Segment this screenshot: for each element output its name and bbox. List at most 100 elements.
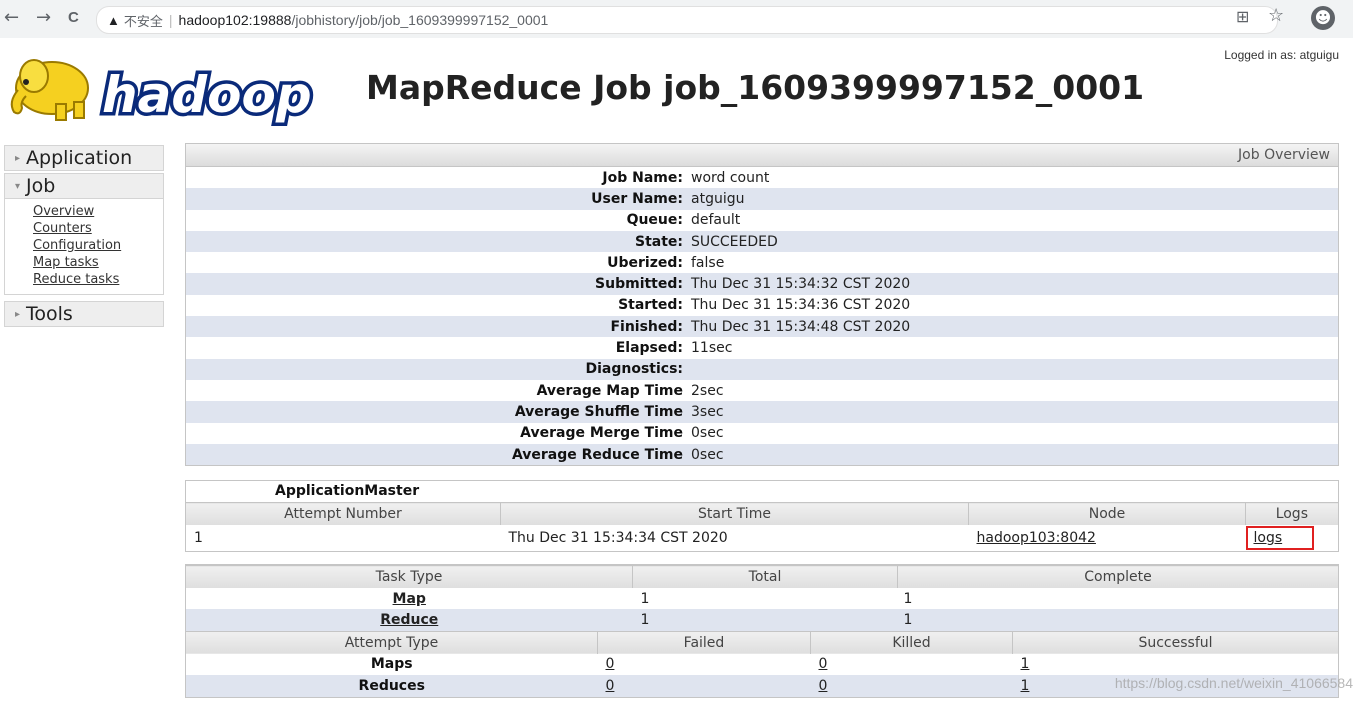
field-value: 2sec [691,379,1338,402]
field-value: Thu Dec 31 15:34:36 CST 2020 [691,294,1338,317]
link-configuration[interactable]: Configuration [33,237,163,254]
browser-toolbar: ← → C ▲ 不安全 | hadoop102:19888/jobhistory… [0,0,1353,39]
table-row: Elapsed: 11sec [186,337,1338,359]
field-value: 11sec [691,337,1338,359]
url-path: /jobhistory/job/job_1609399997152_0001 [291,12,549,28]
field-value [691,358,1338,380]
node-link[interactable]: hadoop103:8042 [977,530,1096,546]
field-label: Started: [186,294,691,317]
table-row: Reduce 1 1 [186,609,1338,631]
table-row: Submitted: Thu Dec 31 15:34:32 CST 2020 [186,273,1338,295]
reduce-complete: 1 [897,609,1338,631]
address-bar[interactable]: ▲ 不安全 | hadoop102:19888/jobhistory/job/j… [96,6,1278,34]
field-value: false [691,252,1338,274]
url-separator: | [168,12,173,28]
field-value: SUCCEEDED [691,230,1338,253]
field-value: word count [691,167,1338,189]
table-row: Job Name: word count [186,167,1338,189]
application-master-panel: ApplicationMaster Attempt Number Start T… [185,480,1339,553]
table-row: Finished: Thu Dec 31 15:34:48 CST 2020 [186,316,1338,338]
field-label: User Name: [186,188,691,210]
reduces-killed-link[interactable]: 0 [819,678,828,694]
field-label: Queue: [186,209,691,231]
column-header: Failed [597,630,811,654]
table-row: State: SUCCEEDED [186,230,1338,253]
column-header: Logs [1245,502,1338,526]
logs-highlight: logs [1245,526,1315,551]
reduces-successful-link[interactable]: 1 [1021,678,1030,694]
nav-job[interactable]: ▾ Job [4,173,164,199]
maps-killed-link[interactable]: 0 [819,656,828,672]
field-label: Uberized: [186,252,691,274]
sidebar: ▸ Application ▾ Job Overview Counters Conf… [4,145,164,329]
reduces-failed-link[interactable]: 0 [606,678,615,694]
field-label: State: [186,230,691,253]
map-tasks-link[interactable]: Map [393,591,426,607]
hadoop-logo[interactable]: hadoop [4,46,314,134]
profile-icon[interactable]: ☻ [1311,6,1335,30]
field-label: Job Name: [186,167,691,189]
link-reduce-tasks[interactable]: Reduce tasks [33,271,163,288]
table-header-row: Attempt Number Start Time Node Logs [186,502,1338,526]
nav-tools-label: Tools [26,303,73,325]
job-overview-table: Job Name: word count User Name: atguigu Qu… [186,167,1338,466]
insecure-label[interactable]: 不安全 [124,11,163,30]
field-value: Thu Dec 31 15:34:48 CST 2020 [691,316,1338,338]
column-header: Node [968,502,1246,526]
maps-successful-link[interactable]: 1 [1021,656,1030,672]
table-row: Average Reduce Time 0sec [186,443,1338,466]
table-row: 1 Thu Dec 31 15:34:34 CST 2020 hadoop103… [186,525,1338,551]
table-header-row: Attempt Type Failed Killed Successful [186,630,1338,654]
collapsed-arrow-icon: ▸ [15,308,21,320]
nav-application-label: Application [26,147,133,169]
watermark: https://blog.csdn.net/weixin_41066584 [1114,675,1353,691]
table-row: Uberized: false [186,252,1338,274]
translate-icon[interactable]: ⊞ [1236,7,1249,26]
field-label: Diagnostics: [186,358,691,380]
nav-job-label: Job [26,175,56,197]
column-header: Killed [810,630,1013,654]
expanded-arrow-icon: ▾ [15,180,21,192]
field-label: Finished: [186,316,691,338]
field-label: Elapsed: [186,337,691,359]
field-label: Submitted: [186,273,691,295]
main-content: Job Overview Job Name: word count User Na… [185,143,1339,698]
reduce-tasks-link[interactable]: Reduce [380,612,438,628]
maps-failed-link[interactable]: 0 [606,656,615,672]
nav-application[interactable]: ▸ Application [4,145,164,171]
application-master-title: ApplicationMaster [186,481,1338,503]
back-icon[interactable]: ← [4,6,19,30]
start-time: Thu Dec 31 15:34:34 CST 2020 [508,530,728,547]
column-header: Attempt Type [186,630,598,654]
url-host: hadoop102:19888 [178,12,292,28]
field-value: default [691,209,1338,231]
warning-icon[interactable]: ▲ [107,13,120,28]
field-value: 0sec [691,443,1338,466]
link-map-tasks[interactable]: Map tasks [33,254,163,271]
column-header: Total [632,565,898,588]
reload-icon[interactable]: C [68,6,79,30]
attempt-number: 1 [194,530,203,547]
column-header: Start Time [500,502,969,526]
star-icon[interactable]: ☆ [1268,5,1284,26]
table-header-row: Task Type Total Complete [186,565,1338,588]
collapsed-arrow-icon: ▸ [15,152,21,164]
link-counters[interactable]: Counters [33,220,163,237]
attempt-type: Reduces [186,675,598,697]
reduce-total: 1 [632,609,898,631]
field-value: 0sec [691,422,1338,444]
column-header: Successful [1012,630,1338,654]
column-header: Attempt Number [186,502,501,526]
nav-tools[interactable]: ▸ Tools [4,301,164,327]
link-overview[interactable]: Overview [33,203,163,220]
field-value: 3sec [691,401,1338,423]
elephant-icon [10,59,89,121]
forward-icon[interactable]: → [36,6,51,30]
column-header: Complete [897,565,1338,588]
table-row: Diagnostics: [186,358,1338,380]
logs-link[interactable]: logs [1254,530,1283,546]
table-row: Average Merge Time 0sec [186,422,1338,444]
field-label: Average Reduce Time [186,443,691,466]
table-row: Average Shuffle Time 3sec [186,401,1338,423]
job-overview-header: Job Overview [186,144,1338,167]
